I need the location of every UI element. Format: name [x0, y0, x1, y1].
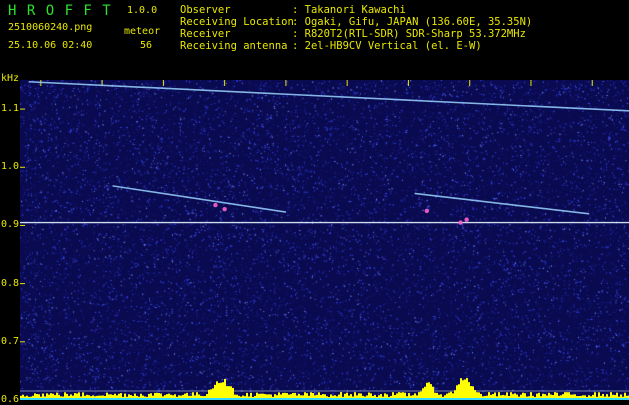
y-axis-unit: kHz [1, 73, 20, 84]
signal-bar [458, 384, 460, 400]
signal-bar [428, 382, 430, 400]
hrofft-window: H R O F F T 1.0.0 2510060240.png meteor … [0, 0, 629, 405]
y-tick-label: 0.6 [1, 394, 20, 405]
y-tick-label: 1.0 [1, 161, 20, 173]
signal-bar [214, 384, 216, 400]
file-name: 2510060240.png [8, 22, 93, 33]
signal-bar [466, 378, 468, 400]
signal-bar [218, 383, 220, 400]
app-name: H R O F F T [8, 3, 112, 19]
antenna-label: Receiving antenna [180, 40, 288, 52]
signal-bar [468, 382, 470, 400]
signal-bar [470, 386, 472, 400]
meteor-echo [424, 208, 430, 214]
receiver-label: Receiver [180, 28, 231, 40]
signal-bar [472, 386, 474, 400]
signal-bar [462, 380, 464, 400]
signal-bar [460, 378, 462, 400]
datetime: 25.10.06 02:40 [8, 40, 93, 51]
y-tick-label: 1.1 [1, 103, 20, 115]
signal-bar [430, 384, 432, 400]
spectrogram-plot [20, 80, 629, 400]
signal-bar [220, 382, 222, 400]
meteor-echo [458, 220, 463, 225]
signal-bar [456, 385, 458, 400]
event-type: meteor [124, 26, 161, 37]
y-tick-label: 0.8 [1, 277, 20, 289]
spectrogram-marks [20, 80, 629, 400]
signal-bar [228, 386, 230, 400]
location-value: : Ogaki, Gifu, JAPAN (136.60E, 35.35N) [292, 16, 533, 28]
antenna-value: : 2el-HB9CV Vertical (el. E-W) [292, 40, 482, 52]
signal-bar [222, 382, 224, 400]
signal-bar [464, 379, 466, 400]
signal-bar [230, 386, 232, 400]
signal-bar [216, 381, 218, 400]
observer-label: Observer [180, 4, 231, 16]
meteor-echo [213, 202, 218, 208]
observer-value: : Takanori Kawachi [292, 4, 406, 16]
signal-bar [224, 378, 226, 400]
signal-bar [426, 382, 428, 400]
app-version: 1.0.0 [127, 5, 158, 16]
signal-bar [226, 386, 228, 400]
y-tick-label: 0.9 [1, 219, 20, 231]
meteor-echo [464, 217, 469, 222]
meteor-echo [222, 206, 227, 212]
drift-trace [414, 192, 590, 215]
drift-trace [112, 185, 287, 213]
receiver-value: : R820T2(RTL-SDR) SDR-Sharp 53.372MHz [292, 28, 526, 40]
drift-trace [28, 80, 629, 112]
y-tick-label: 0.7 [1, 335, 20, 347]
event-count: 56 [140, 40, 153, 51]
location-label: Receiving Location [180, 16, 294, 28]
